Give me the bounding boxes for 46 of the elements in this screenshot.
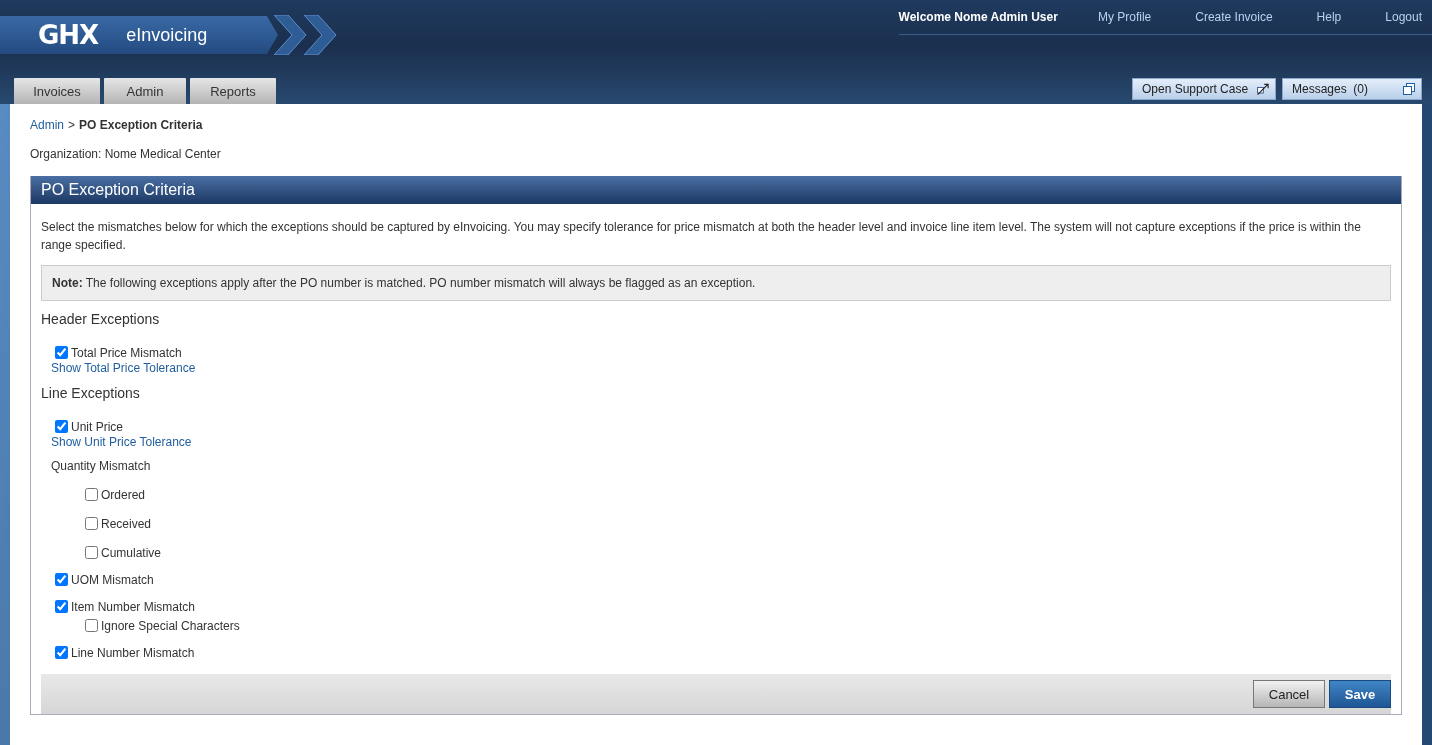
logo: GHX <box>38 20 99 50</box>
checkbox[interactable] <box>85 517 98 530</box>
checkbox-label: Unit Price <box>71 419 123 434</box>
support-case-button[interactable]: Open Support Case <box>1132 78 1276 100</box>
group-label: Quantity Mismatch <box>51 458 151 473</box>
intro-text: Select the mismatches below for which the exceptions should be captured by eInvoicing. You may specify tolerance for price mismatch at both the header level and invoice line item level. The system will not capture exceptions if the price is within the range specified. <box>41 219 1362 254</box>
note-box: Note: The following exceptions apply after the PO number is matched. PO number mismatch will always be flagged as an exception. <box>41 265 1391 301</box>
tolerance-link[interactable]: Show Unit Price Tolerance <box>51 434 192 449</box>
tolerance-link[interactable]: Show Total Price Tolerance <box>51 360 196 375</box>
nav-link[interactable]: Help <box>1316 10 1342 24</box>
tab[interactable]: Invoices <box>14 78 100 104</box>
breadcrumb-link[interactable]: Admin <box>30 118 64 132</box>
checkbox[interactable] <box>85 488 98 501</box>
popup-icon <box>1403 83 1415 95</box>
checkbox-label: Received <box>101 516 152 531</box>
breadcrumb-current: PO Exception Criteria <box>79 118 203 132</box>
section-heading: Line Exceptions <box>41 385 141 403</box>
nav-link[interactable]: Create Invoice <box>1195 10 1273 24</box>
organization-label: Organization: Nome Medical Center <box>30 147 222 161</box>
nav-link[interactable]: Logout <box>1385 10 1422 24</box>
checkbox[interactable] <box>55 646 68 659</box>
cancel-button[interactable]: Cancel <box>1253 680 1325 708</box>
checkbox[interactable] <box>85 619 98 632</box>
checkbox[interactable] <box>55 573 68 586</box>
checkbox-label: Total Price Mismatch <box>71 345 182 360</box>
tab[interactable]: Reports <box>190 78 276 104</box>
messages-button[interactable]: Messages (0) <box>1282 78 1422 100</box>
app-name: eInvoicing <box>126 24 208 46</box>
checkbox[interactable] <box>55 600 68 613</box>
checkbox-label: Cumulative <box>101 545 162 560</box>
checkbox[interactable] <box>85 546 98 559</box>
checkbox-label: Ordered <box>101 487 146 502</box>
external-link-icon <box>1256 81 1269 97</box>
checkbox-label: Ignore Special Characters <box>101 618 240 633</box>
checkbox[interactable] <box>55 346 68 359</box>
tab[interactable]: Admin <box>104 78 186 104</box>
welcome-text: Welcome Nome Admin User <box>898 10 1058 24</box>
checkbox-label: Line Number Mismatch <box>71 645 195 660</box>
checkbox[interactable] <box>55 420 68 433</box>
nav-link[interactable]: My Profile <box>1097 10 1152 24</box>
checkbox-label: Item Number Mismatch <box>71 599 196 614</box>
breadcrumb-separator: > <box>68 118 76 132</box>
section-heading: Header Exceptions <box>41 311 161 329</box>
checkbox-label: UOM Mismatch <box>71 572 154 587</box>
panel-title: PO Exception Criteria <box>31 176 1401 204</box>
save-button[interactable]: Save <box>1329 680 1391 708</box>
